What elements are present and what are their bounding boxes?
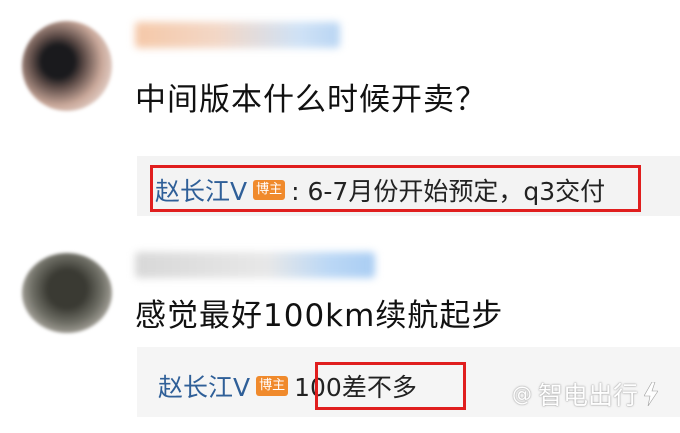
- highlight-box: [315, 362, 466, 410]
- comment-text: 感觉最好100km续航起步: [135, 298, 504, 334]
- watermark-at: @: [512, 382, 532, 406]
- commenter-name-blurred[interactable]: [135, 22, 340, 48]
- highlight-box: [150, 165, 641, 212]
- watermark: @ 智电出行: [512, 376, 659, 412]
- blogger-badge: 博主: [256, 376, 289, 396]
- commenter-avatar[interactable]: [22, 253, 112, 333]
- commenter-name-blurred[interactable]: [135, 252, 375, 278]
- reply-author-link[interactable]: 赵长江V: [158, 368, 250, 404]
- lightning-icon: [644, 382, 659, 406]
- commenter-avatar[interactable]: [22, 21, 112, 111]
- watermark-brand: 智电出行: [538, 381, 639, 410]
- comment-text: 中间版本什么时候开卖？: [135, 82, 487, 118]
